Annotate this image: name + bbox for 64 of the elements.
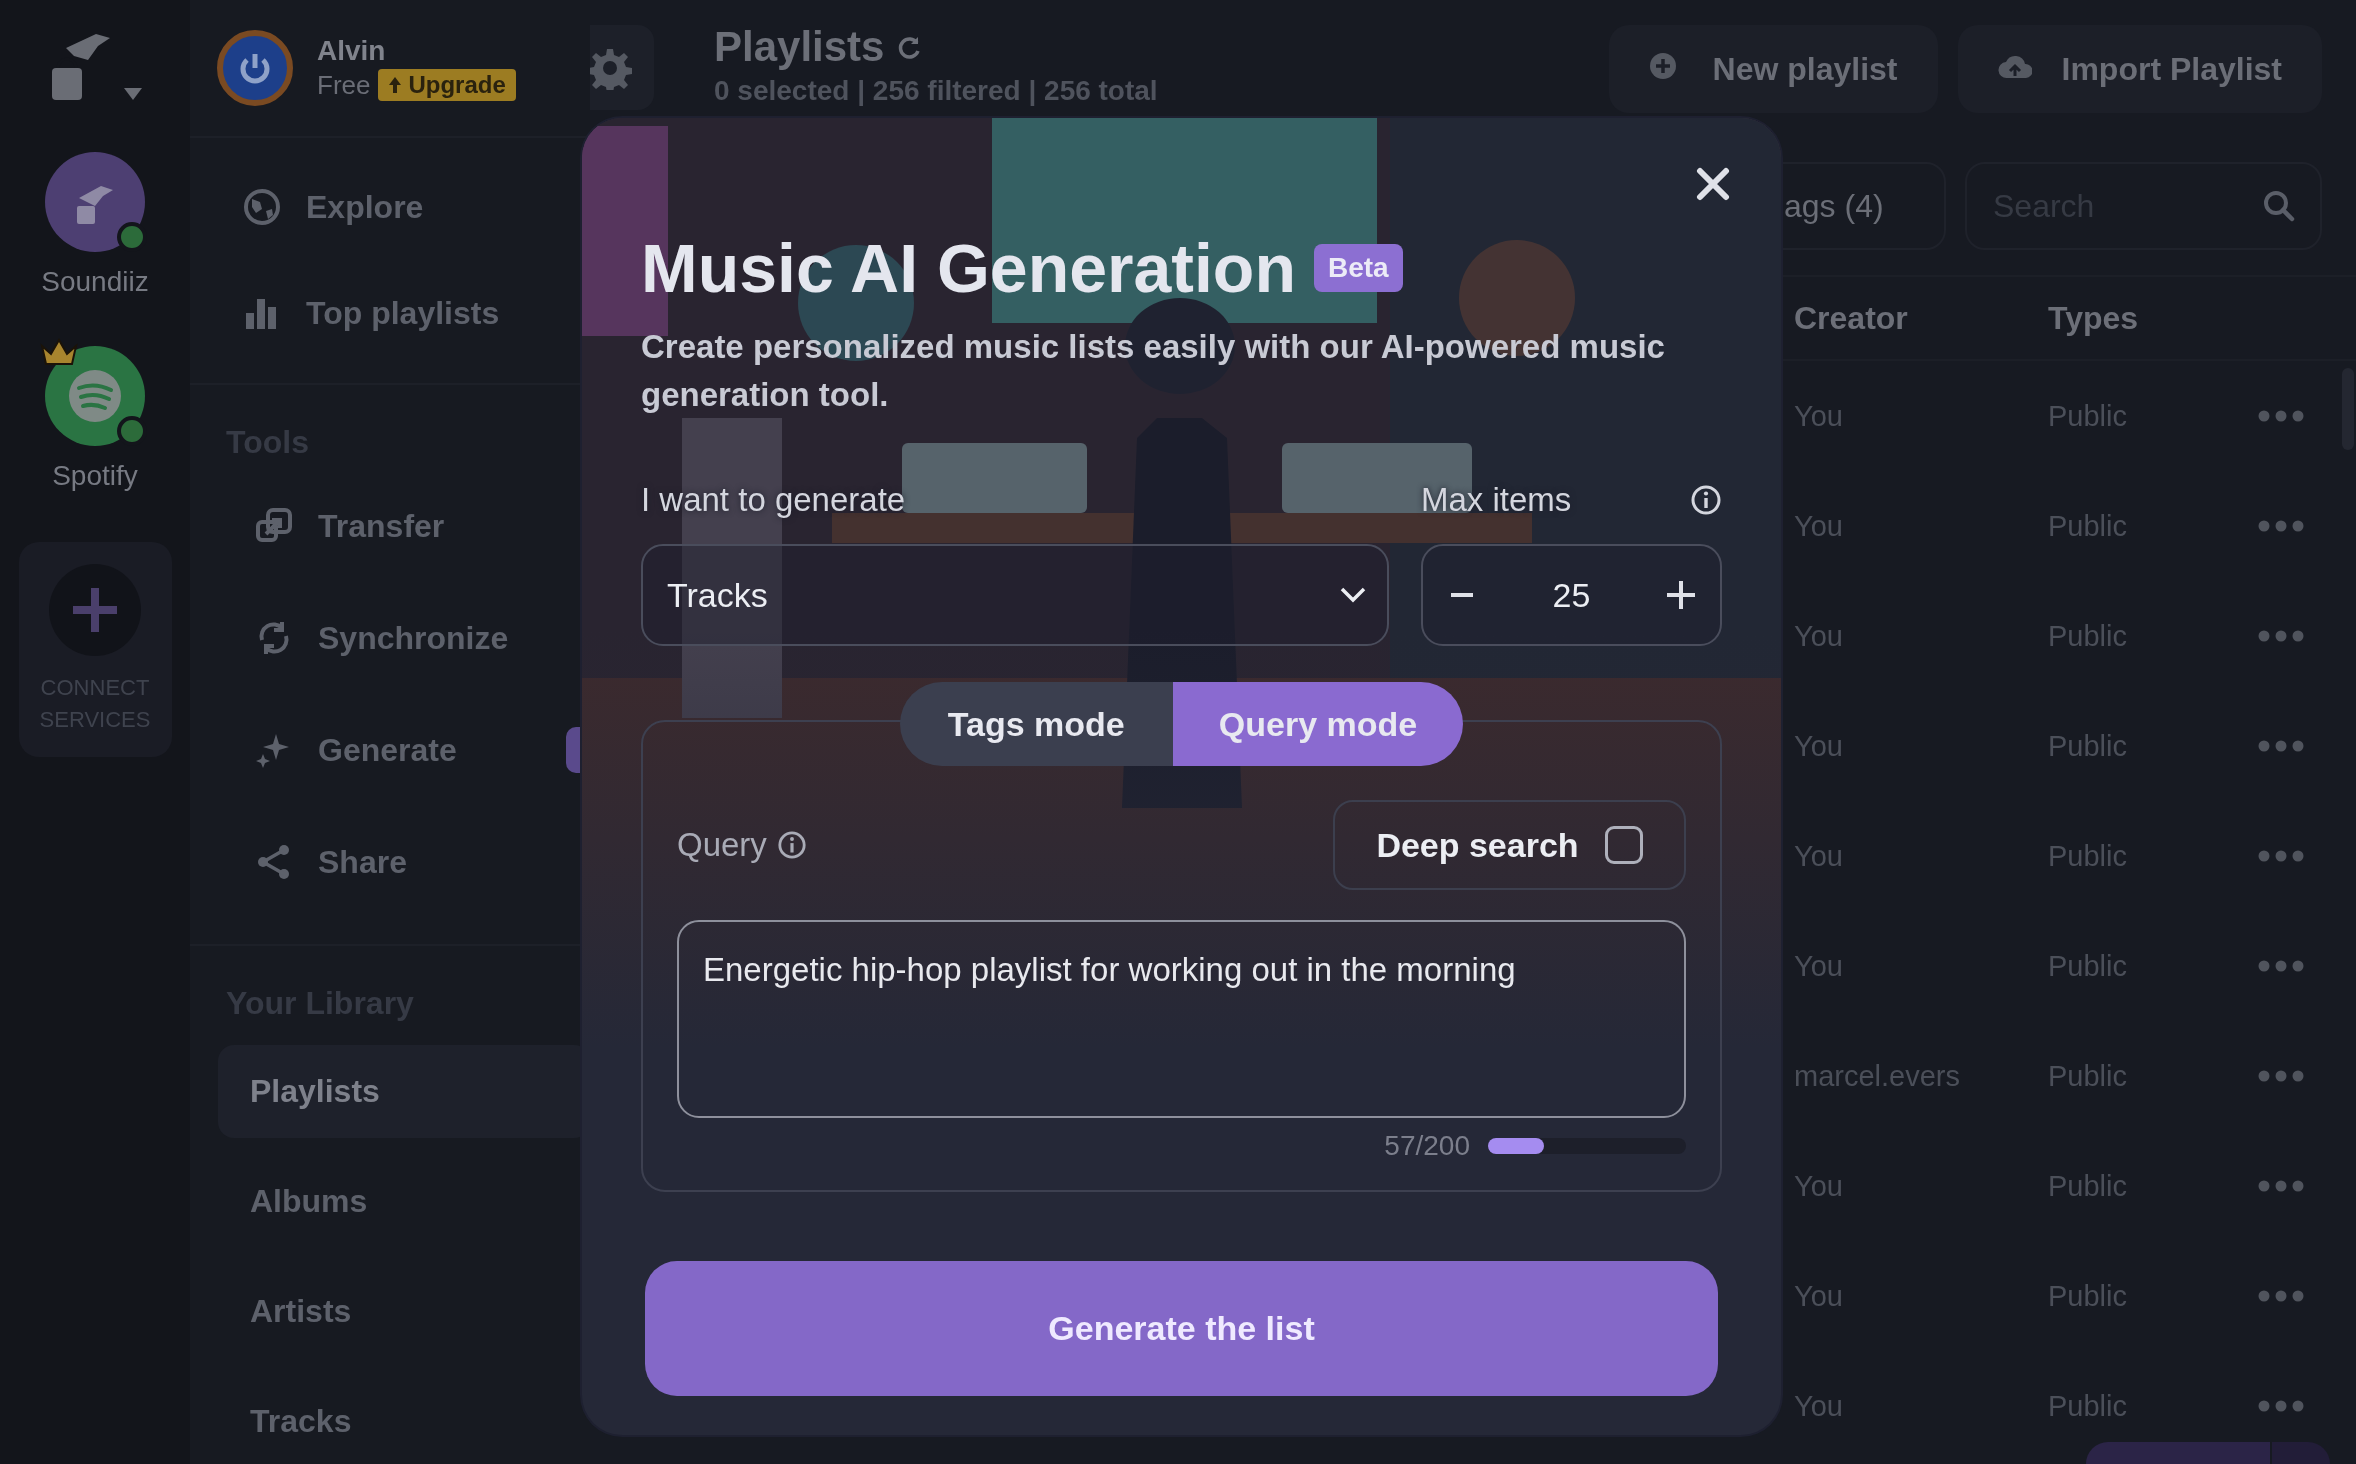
query-field[interactable]: Energetic hip-hop playlist for working out in the morning xyxy=(677,920,1686,1118)
mode-tab[interactable]: Tags mode xyxy=(899,682,1173,766)
more-button[interactable] xyxy=(2258,1400,2304,1412)
playlist-counts: 0 selected | 256 filtered | 256 total xyxy=(714,75,1158,107)
more-button[interactable] xyxy=(2258,850,2304,862)
more-icon xyxy=(2258,630,2304,642)
page-title: Playlists xyxy=(714,23,885,71)
checkbox[interactable] xyxy=(1604,826,1643,864)
field-label: I want to generate xyxy=(641,480,906,520)
plus-icon xyxy=(1666,580,1696,610)
more-button[interactable] xyxy=(2258,1290,2304,1302)
search-icon xyxy=(2262,189,2296,223)
more-button[interactable] xyxy=(2258,740,2304,752)
character-counter: 57/200 xyxy=(1384,1130,1470,1162)
max-items-value: 25 xyxy=(1552,575,1591,615)
new-playlist-button[interactable]: New playlist xyxy=(1608,25,1938,113)
more-icon xyxy=(2258,1070,2304,1082)
mode-tab[interactable]: Query mode xyxy=(1172,682,1464,766)
max-items-stepper[interactable]: 25 xyxy=(1421,544,1722,646)
column-header[interactable]: Types xyxy=(2048,299,2258,337)
close-icon xyxy=(1696,167,1730,201)
chevron-down-icon xyxy=(1339,586,1367,604)
more-button[interactable] xyxy=(2258,410,2304,422)
more-button[interactable] xyxy=(2258,1180,2304,1192)
service-avatar[interactable] xyxy=(45,346,145,446)
caret-icon xyxy=(122,86,144,102)
info-icon xyxy=(776,830,807,860)
column-header[interactable]: Creator xyxy=(1794,299,2048,337)
more-icon xyxy=(2258,960,2304,972)
globe-icon xyxy=(242,187,282,227)
info-icon xyxy=(1690,484,1722,516)
service-label: Spotify xyxy=(52,460,138,492)
more-icon xyxy=(2258,740,2304,752)
minus-icon xyxy=(1451,593,1473,597)
sidebar-item[interactable]: Transfer xyxy=(190,470,590,582)
more-button[interactable] xyxy=(2258,630,2304,642)
sidebar-item[interactable]: Top playlists xyxy=(190,260,590,366)
sidebar-item[interactable]: Synchronize xyxy=(190,582,590,694)
modal-title: Music AI Generation xyxy=(641,229,1296,308)
beta-badge: Beta xyxy=(1313,244,1403,292)
more-icon xyxy=(2258,410,2304,422)
more-button[interactable] xyxy=(2258,520,2304,532)
more-icon xyxy=(2258,520,2304,532)
upgrade-button[interactable]: Upgrade xyxy=(378,69,516,101)
sidebar-item[interactable]: Share xyxy=(190,806,590,918)
query-label: Query xyxy=(677,826,767,864)
field-label: Max items xyxy=(1421,480,1572,520)
more-button[interactable] xyxy=(2258,960,2304,972)
more-button[interactable] xyxy=(2258,1070,2304,1082)
more-icon xyxy=(2258,1400,2304,1412)
service-label: Soundiiz xyxy=(41,266,149,298)
more-icon xyxy=(2258,1180,2304,1192)
modal-description: Create personalized music lists easily with our AI-powered music generation tool. xyxy=(641,327,1666,415)
deep-search-toggle[interactable]: Deep search xyxy=(1333,800,1686,890)
plan-label: Free xyxy=(317,69,371,101)
user-name: Alvin xyxy=(317,35,387,67)
more-icon xyxy=(2258,850,2304,862)
settings-button[interactable] xyxy=(590,25,654,110)
sidebar-item[interactable]: Explore xyxy=(190,154,590,260)
type-select[interactable]: Tracks xyxy=(641,544,1389,646)
import-button[interactable]: Import Playlist xyxy=(1957,25,2322,113)
generate-button[interactable]: Generate the list xyxy=(645,1261,1718,1396)
arrow-up-icon xyxy=(388,76,403,94)
more-icon xyxy=(2258,1290,2304,1302)
